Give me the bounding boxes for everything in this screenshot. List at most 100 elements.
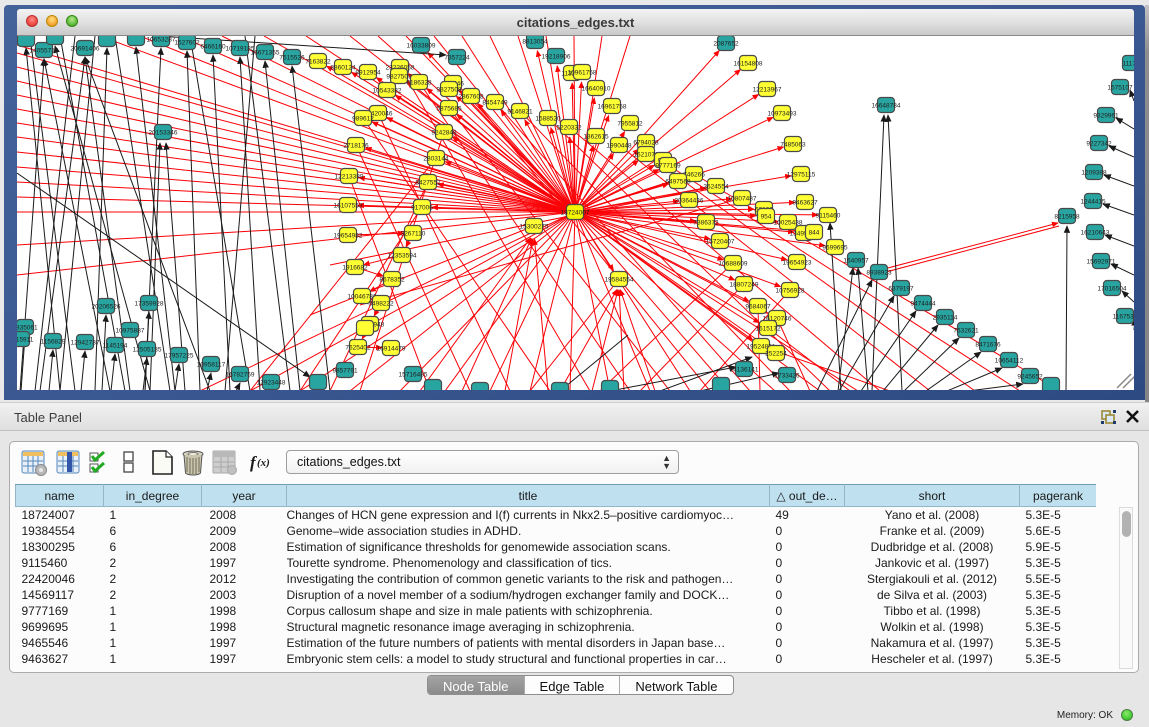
svg-text:6379197: 6379197 (888, 286, 914, 293)
svg-text:1209388: 1209388 (1081, 170, 1107, 177)
svg-text:2803144: 2803144 (423, 156, 449, 163)
svg-text:16154808: 16154808 (734, 61, 763, 68)
svg-text:2867608: 2867608 (458, 94, 484, 101)
svg-text:9857791: 9857791 (332, 368, 358, 375)
svg-text:9777169: 9777169 (655, 163, 681, 170)
svg-text:1733426: 1733426 (774, 373, 800, 380)
svg-text:6466160: 6466160 (200, 44, 226, 51)
svg-text:17016504: 17016504 (1098, 286, 1127, 293)
svg-text:1362615: 1362615 (583, 134, 609, 141)
svg-text:18724007: 18724007 (561, 210, 590, 217)
svg-text:9327508: 9327508 (436, 87, 462, 94)
svg-text:5875685: 5875685 (436, 106, 462, 113)
svg-text:9474444: 9474444 (910, 301, 936, 308)
svg-text:9115460: 9115460 (816, 213, 841, 220)
svg-text:1575107: 1575107 (1107, 85, 1133, 92)
svg-text:7625402: 7625402 (345, 345, 371, 352)
svg-text:20364436: 20364436 (675, 198, 704, 205)
svg-text:2935114: 2935114 (933, 315, 958, 322)
svg-text:9329961: 9329961 (1093, 113, 1119, 120)
svg-text:9227342: 9227342 (1086, 141, 1112, 148)
svg-text:7163822: 7163822 (305, 59, 331, 66)
svg-text:19654923: 19654923 (783, 260, 812, 267)
svg-text:844: 844 (809, 230, 820, 237)
svg-text:10756928: 10756928 (776, 288, 805, 295)
svg-text:7515526: 7515526 (279, 55, 305, 62)
svg-text:8678352: 8678352 (379, 277, 405, 284)
svg-text:1527602: 1527602 (174, 40, 200, 47)
svg-text:19218906: 19218906 (542, 54, 571, 61)
svg-text:14136141: 14136141 (730, 367, 759, 374)
svg-text:16961758: 16961758 (598, 104, 627, 111)
svg-text:7632621: 7632621 (953, 328, 979, 335)
svg-text:917006: 917006 (411, 205, 433, 212)
svg-text:14055714: 14055714 (30, 48, 59, 55)
svg-text:9146821: 9146821 (507, 109, 533, 116)
svg-text:6497568: 6497568 (665, 179, 691, 186)
svg-text:(x): (x) (257, 457, 270, 469)
svg-text:8938923: 8938923 (866, 270, 892, 277)
svg-text:7955812: 7955812 (617, 121, 643, 128)
svg-text:15300275: 15300275 (520, 224, 549, 231)
svg-text:1640957: 1640957 (843, 258, 869, 265)
svg-text:20691406: 20691406 (71, 46, 100, 53)
svg-text:252254: 252254 (765, 351, 787, 358)
svg-text:9242848: 9242848 (431, 130, 457, 137)
svg-text:8912954: 8912954 (355, 70, 381, 77)
svg-text:18807249: 18807249 (730, 282, 759, 289)
svg-text:7485063: 7485063 (780, 142, 806, 149)
svg-text:7386372: 7386372 (693, 220, 719, 227)
svg-text:8454749: 8454749 (482, 100, 508, 107)
svg-text:16107553: 16107553 (334, 203, 363, 210)
svg-text:15692971: 15692971 (1087, 259, 1116, 266)
svg-text:8215958: 8215958 (1054, 214, 1080, 221)
svg-text:17359928: 17359928 (135, 301, 164, 308)
svg-text:9463627: 9463627 (792, 200, 818, 207)
svg-text:5220332: 5220332 (556, 125, 582, 132)
svg-text:1244415: 1244415 (1080, 199, 1106, 206)
svg-text:10543382: 10543382 (373, 88, 402, 95)
svg-text:9245652: 9245652 (1017, 374, 1043, 381)
svg-text:989612: 989612 (352, 116, 374, 123)
svg-text:10958117: 10958117 (197, 362, 226, 369)
svg-text:16648784: 16648784 (872, 103, 901, 110)
svg-text:16033809: 16033809 (407, 43, 436, 50)
svg-text:9684067: 9684067 (745, 304, 771, 311)
svg-text:20206526: 20206526 (92, 304, 121, 311)
svg-text:12213967: 12213967 (753, 87, 782, 94)
svg-text:1145194: 1145194 (103, 343, 128, 350)
svg-text:1835061: 1835061 (17, 325, 38, 332)
svg-text:9699695: 9699695 (822, 245, 848, 252)
svg-text:12942737: 12942737 (71, 340, 100, 347)
svg-text:16210643: 16210643 (1081, 230, 1110, 237)
svg-text:7357224: 7357224 (444, 55, 470, 62)
svg-text:20153346: 20153346 (149, 130, 178, 137)
svg-text:1916682: 1916682 (342, 265, 368, 272)
svg-text:1990448: 1990448 (606, 143, 632, 150)
svg-text:12213389: 12213389 (335, 174, 364, 181)
svg-text:16671355: 16671355 (251, 50, 280, 57)
svg-text:12353594: 12353594 (388, 253, 417, 260)
svg-text:3624554: 3624554 (703, 184, 729, 191)
svg-text:11174: 11174 (1122, 61, 1134, 68)
svg-text:16640910: 16640910 (582, 86, 611, 93)
svg-text:10975887: 10975887 (116, 328, 145, 335)
svg-text:12923448: 12923448 (257, 380, 286, 387)
svg-text:10807487: 10807487 (728, 196, 757, 203)
svg-text:2087652: 2087652 (713, 41, 739, 48)
svg-text:12975115: 12975115 (787, 172, 816, 179)
svg-text:10961758: 10961758 (568, 70, 597, 77)
svg-text:3498222: 3498222 (368, 301, 394, 308)
svg-text:1156829: 1156829 (41, 339, 66, 346)
svg-text:8427552: 8427552 (415, 180, 441, 187)
svg-text:8813054: 8813054 (522, 39, 548, 46)
svg-text:19584554: 19584554 (605, 277, 634, 284)
svg-text:954: 954 (761, 214, 772, 221)
svg-text:10654112: 10654112 (995, 358, 1024, 365)
svg-text:10653287: 10653287 (147, 37, 176, 44)
svg-text:17957225: 17957225 (165, 353, 194, 360)
svg-text:3915911: 3915911 (17, 337, 34, 344)
svg-text:8186328: 8186328 (406, 80, 432, 87)
svg-text:1167533: 1167533 (1113, 314, 1134, 321)
svg-text:16914479: 16914479 (377, 346, 406, 353)
